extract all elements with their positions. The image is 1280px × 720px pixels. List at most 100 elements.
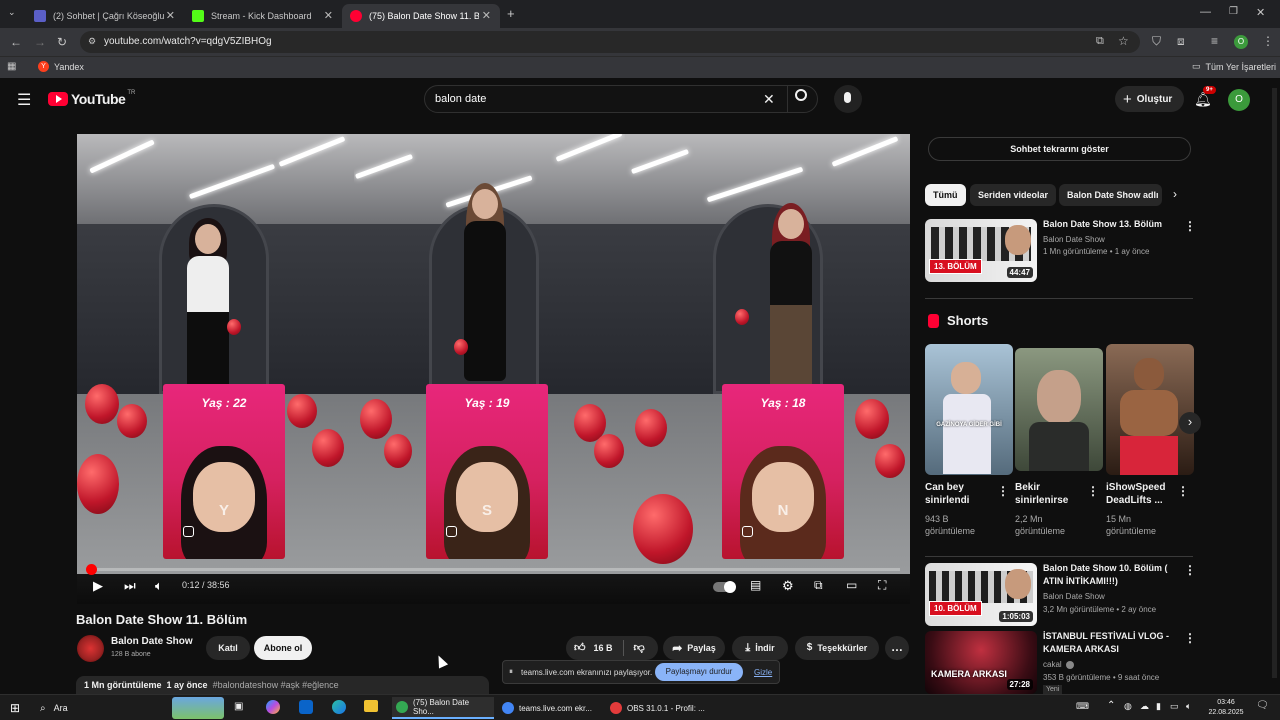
video-channel[interactable]: Balon Date Show	[1043, 591, 1105, 603]
join-button[interactable]: Katıl	[206, 636, 250, 660]
theater-mode-icon[interactable]: ▭	[846, 578, 857, 592]
taskbar-app-youtube[interactable]: (75) Balon Date Sho...	[392, 697, 494, 719]
profile-avatar[interactable]: O	[1234, 35, 1248, 49]
voice-search-button[interactable]	[834, 85, 862, 113]
account-avatar[interactable]: O	[1228, 89, 1250, 111]
close-icon[interactable]: ✕	[482, 9, 491, 22]
play-icon[interactable]: ▶	[93, 578, 103, 594]
clear-search-icon[interactable]: ✕	[763, 91, 775, 108]
chip-series[interactable]: Seriden videolar	[970, 184, 1057, 206]
short-title-2[interactable]: Bekir sinirlenirse	[1015, 481, 1085, 507]
outlook-icon[interactable]	[299, 700, 313, 714]
windows-start-icon[interactable]: ⊞	[10, 701, 20, 715]
stop-sharing-button[interactable]: Paylaşmayı durdur	[655, 663, 743, 681]
video-title[interactable]: Balon Date Show 13. Bölüm	[1043, 218, 1178, 231]
video-title[interactable]: İSTANBUL FESTİVALİ VLOG - KAMERA ARKASI	[1043, 630, 1178, 656]
chevron-right-icon[interactable]: ›	[1173, 187, 1177, 201]
edge-icon[interactable]	[332, 700, 346, 714]
window-close-icon[interactable]: ✕	[1256, 6, 1265, 19]
apps-grid-icon[interactable]: ▦	[7, 61, 16, 72]
taskbar-app-teams[interactable]: teams.live.com ekr...	[498, 697, 602, 719]
youtube-logo[interactable]: YouTube TR	[48, 90, 135, 107]
video-channel[interactable]: cakal	[1043, 659, 1074, 671]
short-thumbnail-1[interactable]: GAZİNOYA GİDER GİBİ	[925, 344, 1013, 475]
back-icon[interactable]: ←	[10, 35, 22, 49]
short-thumbnail-3[interactable]	[1106, 344, 1194, 475]
hide-button[interactable]: Gizle	[754, 668, 772, 677]
create-button[interactable]: + Oluştur	[1115, 86, 1185, 112]
url-input[interactable]: youtube.com/watch?v=qdgV5ZIBHOg	[80, 31, 1140, 53]
search-button[interactable]	[787, 85, 817, 113]
reload-icon[interactable]: ↻	[57, 35, 67, 49]
short-menu-icon[interactable]: ⋮	[1087, 484, 1099, 498]
chip-all[interactable]: Tümü	[925, 184, 966, 206]
description-box[interactable]: 1 Mn görüntüleme 1 ay önce #balondatesho…	[76, 676, 489, 696]
progress-bar[interactable]	[86, 564, 900, 575]
tray-chevron-icon[interactable]: ⌃	[1107, 700, 1115, 711]
chip-channel[interactable]: Balon Date Show adlı	[1059, 184, 1162, 206]
subscribe-button[interactable]: Abone ol	[254, 636, 312, 660]
miniplayer-icon[interactable]: ⧉	[814, 578, 823, 593]
taskbar-app-obs[interactable]: OBS 31.0.1 - Profil: ...	[606, 697, 710, 719]
thumbs-down-icon[interactable]: 👎︎	[634, 636, 645, 660]
download-button[interactable]: ⤓ İndir	[732, 636, 788, 660]
restore-icon[interactable]: ❐	[1229, 6, 1238, 17]
channel-name[interactable]: Balon Date Show	[111, 636, 193, 647]
task-view-icon[interactable]: ▣	[234, 701, 243, 712]
browser-tab-chat[interactable]: (2) Sohbet | Çağrı Köseoğlu ✕	[26, 4, 184, 28]
extensions-icon[interactable]: ⧈	[1177, 34, 1185, 49]
scrollbar[interactable]	[1272, 88, 1277, 678]
more-actions-icon[interactable]: …	[885, 636, 909, 660]
bookmark-yandex[interactable]: Y Yandex	[38, 61, 84, 72]
subtitles-icon[interactable]: ▤	[750, 578, 761, 592]
bookmark-star-icon[interactable]: ☆	[1118, 34, 1129, 48]
close-icon[interactable]: ✕	[324, 9, 333, 22]
site-info-icon[interactable]: ⚙	[88, 36, 96, 47]
short-title-1[interactable]: Can bey sinirlendi	[925, 481, 993, 507]
browser-tab-kick[interactable]: Stream - Kick Dashboard ✕	[184, 4, 342, 28]
install-icon[interactable]: ⧉	[1096, 35, 1104, 48]
search-input[interactable]: balon date	[424, 85, 818, 113]
file-explorer-icon[interactable]	[364, 700, 378, 712]
thanks-button[interactable]: $ Teşekkürler	[795, 636, 879, 660]
next-icon[interactable]: ⏭	[124, 578, 136, 594]
usb-icon[interactable]: ▮	[1156, 701, 1161, 712]
share-button[interactable]: ➦ Paylaş	[663, 636, 725, 660]
speaker-icon[interactable]: 🔈︎	[1186, 701, 1191, 712]
video-thumbnail[interactable]: 13. BÖLÜM 44:47	[925, 219, 1037, 282]
like-button[interactable]: 👍︎ 16 B	[574, 636, 613, 660]
forward-icon[interactable]: →	[34, 35, 46, 49]
video-menu-icon[interactable]: ⋮	[1184, 631, 1196, 645]
copilot-icon[interactable]	[266, 700, 280, 714]
settings-gear-icon[interactable]: ⚙	[782, 578, 794, 594]
video-thumbnail[interactable]: KAMERA ARKASI 27:28	[925, 631, 1037, 694]
keyboard-icon[interactable]: ⌨	[1076, 701, 1089, 712]
shorts-next-icon[interactable]: ›	[1179, 412, 1201, 434]
volume-icon[interactable]: 🔈︎	[155, 578, 163, 594]
shield-icon[interactable]: ⛉	[1152, 34, 1161, 49]
reading-list-icon[interactable]: ≡	[1211, 34, 1218, 48]
fullscreen-icon[interactable]: ⛶	[878, 578, 886, 593]
show-chat-replay-button[interactable]: Sohbet tekrarını göster	[928, 137, 1191, 161]
minimize-icon[interactable]: —	[1200, 6, 1211, 18]
video-thumbnail[interactable]: 10. BÖLÜM 1:05:03	[925, 563, 1037, 626]
onedrive-icon[interactable]: ☁	[1140, 701, 1149, 712]
short-menu-icon[interactable]: ⋮	[997, 484, 1009, 498]
desc-hashtags[interactable]: #balondateshow #aşk #eğlence	[213, 680, 339, 690]
video-channel[interactable]: Balon Date Show	[1043, 234, 1105, 246]
short-title-3[interactable]: iShowSpeed DeadLifts ...	[1106, 481, 1174, 507]
notifications-button[interactable]: 🔔︎ 9+	[1193, 86, 1216, 110]
browser-tab-youtube[interactable]: (75) Balon Date Show 11. Bölüm ✕	[342, 4, 500, 28]
tray-app-icon[interactable]: ◍	[1124, 701, 1132, 712]
video-player[interactable]: Yaş : 22 Y Yaş : 19 S Yaş: 18 N ▶ ⏭ 🔈︎ …	[77, 134, 910, 604]
video-menu-icon[interactable]: ⋮	[1184, 563, 1196, 577]
video-title[interactable]: Balon Date Show 10. Bölüm ( ATIN İNTİKAM…	[1043, 562, 1178, 588]
channel-avatar[interactable]	[77, 635, 104, 662]
new-tab-icon[interactable]: +	[507, 6, 515, 21]
short-thumbnail-2[interactable]	[1015, 348, 1103, 471]
menu-kebab-icon[interactable]: ⋮	[1262, 34, 1274, 48]
autoplay-toggle[interactable]	[713, 581, 736, 593]
bookmark-all[interactable]: ▭ Tüm Yer İşaretleri	[1192, 61, 1276, 72]
hamburger-menu-icon[interactable]: ☰	[17, 90, 31, 110]
short-menu-icon[interactable]: ⋮	[1177, 484, 1189, 498]
